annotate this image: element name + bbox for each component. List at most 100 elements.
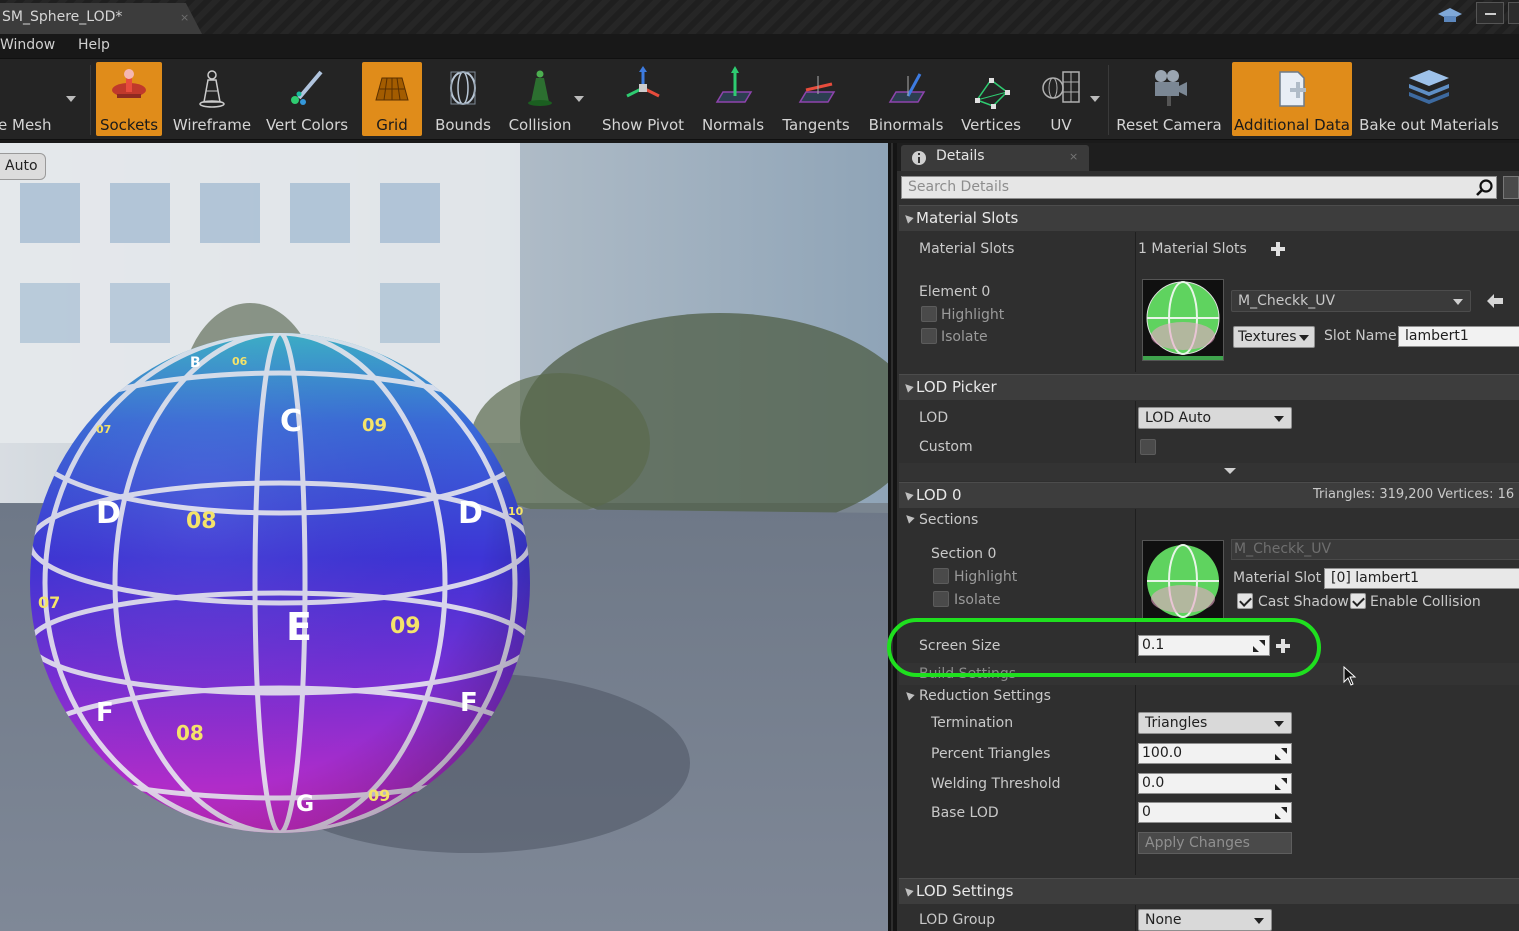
- section-isolate-checkbox[interactable]: [933, 591, 949, 607]
- material-thumbnail[interactable]: [1142, 279, 1224, 361]
- document-tab[interactable]: SM_Sphere_LOD* ×: [0, 3, 202, 34]
- toolbar-bounds-button[interactable]: Bounds: [430, 62, 496, 136]
- sphere-label: 09: [362, 415, 387, 436]
- lod-select[interactable]: LOD Auto: [1138, 407, 1292, 429]
- collapse-arrow-icon[interactable]: [903, 689, 915, 701]
- search-icon[interactable]: [1475, 178, 1495, 198]
- toolbar-vertices-button[interactable]: Vertices: [956, 62, 1026, 136]
- toolbar-sockets-button[interactable]: Sockets: [96, 62, 162, 136]
- toolbar-show-pivot-button[interactable]: Show Pivot: [598, 62, 688, 136]
- material-slots-label: Material Slots: [919, 241, 1015, 257]
- spin-arrow-icon: [1275, 807, 1287, 819]
- lod-select-value: LOD Auto: [1145, 410, 1212, 426]
- lod-settings-category[interactable]: LOD Settings: [899, 878, 1519, 904]
- toolbar-grid-button[interactable]: Grid: [362, 62, 422, 136]
- section-highlight-checkbox[interactable]: [933, 568, 949, 584]
- textures-combo[interactable]: Textures: [1233, 326, 1315, 348]
- collapse-arrow-icon[interactable]: [902, 885, 914, 897]
- chevron-down-icon: [1453, 299, 1463, 305]
- viewport[interactable]: C 09 D 08 D E 09 07 F 08 F G 09 B 06 07 …: [0, 143, 888, 931]
- toolbar-wireframe-button[interactable]: Wireframe: [170, 62, 254, 136]
- isolate-checkbox[interactable]: [921, 328, 937, 344]
- lod-group-select[interactable]: None: [1138, 909, 1272, 931]
- search-input[interactable]: Search Details: [901, 176, 1497, 199]
- section-material-thumbnail[interactable]: [1142, 540, 1224, 620]
- percent-triangles-value: 100.0: [1142, 745, 1183, 761]
- panel-splitter[interactable]: [888, 143, 897, 931]
- close-icon[interactable]: ×: [180, 11, 189, 24]
- lod0-category[interactable]: LOD 0 Triangles: 319,200 Vertices: 16: [899, 482, 1519, 508]
- collapse-arrow-icon[interactable]: [902, 489, 914, 501]
- viewport-scene: C 09 D 08 D E 09 07 F 08 F G 09 B 06 07 …: [0, 143, 888, 931]
- expand-advanced-icon[interactable]: [1224, 468, 1236, 474]
- slot-name-field[interactable]: lambert1: [1398, 326, 1519, 347]
- toolbar-binormals-button[interactable]: Binormals: [864, 62, 948, 136]
- chevron-down-icon[interactable]: [66, 96, 76, 102]
- menu-help[interactable]: Help: [78, 37, 110, 53]
- sphere-label: D: [458, 496, 483, 531]
- sphere-label: D: [96, 496, 121, 531]
- chevron-down-icon: [1299, 335, 1309, 341]
- chevron-down-icon: [1274, 416, 1284, 422]
- section-isolate-label: Isolate: [954, 592, 1001, 608]
- sphere-label: 08: [186, 509, 217, 534]
- add-material-slot-button[interactable]: [1271, 242, 1285, 256]
- toolbar-vert-colors-button[interactable]: Vert Colors: [262, 62, 352, 136]
- close-icon[interactable]: ×: [1069, 150, 1078, 163]
- termination-label: Termination: [931, 715, 1014, 731]
- enable-collision-checkbox[interactable]: [1350, 593, 1366, 609]
- toolbar-normals-button[interactable]: Normals: [698, 62, 768, 136]
- percent-triangles-field[interactable]: 100.0: [1138, 743, 1292, 764]
- slot-name-label: Slot Name: [1324, 328, 1397, 344]
- bake-materials-icon: [1409, 70, 1449, 104]
- tangents-icon: [798, 76, 836, 103]
- sphere-label: F: [96, 698, 114, 728]
- maximize-button[interactable]: [1508, 2, 1519, 24]
- welding-threshold-field[interactable]: 0.0: [1138, 773, 1292, 794]
- bounds-icon: [450, 71, 476, 105]
- toolbar-tangents-button[interactable]: Tangents: [776, 62, 856, 136]
- toolbar-label: Collision: [508, 116, 572, 134]
- material-slots-category[interactable]: Material Slots: [899, 205, 1519, 231]
- apply-changes-button[interactable]: Apply Changes: [1138, 832, 1292, 854]
- highlight-checkbox[interactable]: [921, 306, 937, 322]
- category-label: Material Slots: [916, 209, 1019, 227]
- custom-checkbox[interactable]: [1140, 439, 1156, 455]
- highlight-label: Highlight: [941, 307, 1005, 323]
- termination-select[interactable]: Triangles: [1138, 712, 1292, 734]
- menu-window[interactable]: Window: [0, 37, 55, 53]
- material-slots-count: 1 Material Slots: [1138, 241, 1247, 257]
- minimize-button[interactable]: [1476, 2, 1504, 24]
- advanced-expander[interactable]: [899, 463, 1519, 481]
- binormals-icon: [888, 73, 926, 103]
- toolbar-additional-data-button[interactable]: Additional Data: [1232, 62, 1352, 136]
- cast-shadow-checkbox[interactable]: [1237, 593, 1253, 609]
- toolbar-collision-button[interactable]: Collision: [504, 62, 576, 136]
- collapse-arrow-icon[interactable]: [902, 212, 914, 224]
- material-picker-combo[interactable]: M_Checkk_UV: [1231, 290, 1471, 312]
- toolbar-bake-materials-button[interactable]: Bake out Materials: [1358, 62, 1500, 136]
- details-tab[interactable]: Details ×: [901, 145, 1089, 171]
- chevron-down-icon[interactable]: [574, 96, 584, 102]
- chevron-down-icon[interactable]: [1090, 96, 1100, 102]
- toolbar-uv-button[interactable]: UV: [1032, 62, 1090, 136]
- toolbar-reset-camera-button[interactable]: Reset Camera: [1116, 62, 1222, 136]
- unreal-cap-icon: [1438, 8, 1462, 22]
- base-lod-field[interactable]: 0: [1138, 802, 1292, 823]
- toolbar-label: Grid: [376, 116, 408, 134]
- document-tab-title: SM_Sphere_LOD*: [2, 9, 123, 25]
- lod-auto-button[interactable]: Auto: [0, 153, 46, 180]
- section-material-field[interactable]: M_Checkk_UV: [1231, 539, 1519, 560]
- base-lod-label: Base LOD: [931, 805, 999, 821]
- lod-picker-category[interactable]: LOD Picker: [899, 374, 1519, 400]
- lod-label: LOD: [919, 410, 949, 426]
- use-selected-arrow-icon[interactable]: [1487, 294, 1503, 308]
- cast-shadow-label: Cast Shadow: [1258, 594, 1349, 610]
- view-options-button[interactable]: [1503, 176, 1519, 199]
- material-slot-combo[interactable]: [0] lambert1: [1324, 568, 1519, 589]
- collapse-arrow-icon[interactable]: [902, 381, 914, 393]
- uv-icon: [1042, 71, 1080, 103]
- toolbar-label: UV: [1050, 116, 1072, 134]
- collapse-arrow-icon[interactable]: [903, 512, 915, 524]
- spin-arrow-icon: [1275, 778, 1287, 790]
